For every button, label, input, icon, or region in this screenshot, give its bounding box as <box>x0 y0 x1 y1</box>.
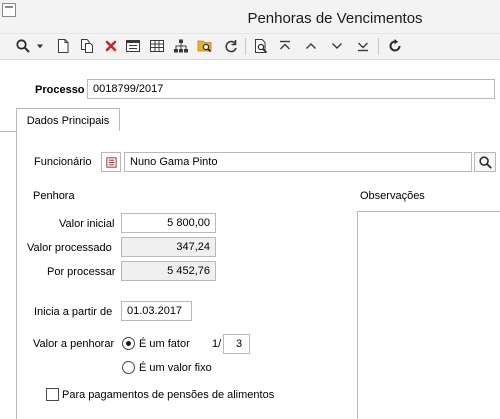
last-record-icon[interactable] <box>354 37 372 55</box>
pensoes-checkbox[interactable] <box>46 388 59 401</box>
por-processar-field: 5 452,76 <box>121 261 216 281</box>
por-processar-label: Por processar <box>47 266 116 278</box>
first-record-icon[interactable] <box>276 37 294 55</box>
funcionario-field[interactable]: Nuno Gama Pinto <box>124 152 472 172</box>
toolbar-separator <box>245 38 246 55</box>
penhora-section-label: Penhora <box>33 190 75 202</box>
search-icon[interactable] <box>14 37 32 55</box>
grid-view-icon[interactable] <box>148 37 166 55</box>
tree-view-icon[interactable] <box>172 37 190 55</box>
valor-a-penhorar-label: Valor a penhorar <box>33 338 115 350</box>
delete-icon[interactable] <box>102 37 120 55</box>
dropdown-arrow-icon[interactable] <box>34 37 46 55</box>
copy-icon[interactable] <box>78 37 96 55</box>
tab-dados-principais[interactable]: Dados Principais <box>16 108 120 132</box>
reload-icon[interactable] <box>386 37 404 55</box>
print-preview-icon[interactable] <box>252 37 270 55</box>
title-bar: Penhoras de Vencimentos <box>0 0 500 34</box>
search-icon[interactable] <box>474 152 496 172</box>
fator-field[interactable]: 3 <box>223 334 250 354</box>
radio-valor-fixo-label: É um valor fixo <box>139 362 212 374</box>
observacoes-label: Observações <box>360 190 425 202</box>
toolbar <box>0 34 500 60</box>
funcionario-label: Funcionário <box>34 156 92 168</box>
fator-prefix-label: 1/ <box>212 338 222 350</box>
next-record-icon[interactable] <box>328 37 346 55</box>
previous-record-icon[interactable] <box>302 37 320 55</box>
form-view-icon[interactable] <box>124 37 142 55</box>
inicia-label: Inicia a partir de <box>34 306 113 318</box>
processo-label: Processo <box>35 84 85 96</box>
new-document-icon[interactable] <box>54 37 72 55</box>
radio-fator[interactable] <box>122 337 135 350</box>
inicia-date-field[interactable]: 01.03.2017 <box>121 301 192 321</box>
funcionario-list-icon[interactable] <box>101 152 121 172</box>
radio-fator-label: É um fator <box>139 338 190 350</box>
window-title: Penhoras de Vencimentos <box>247 10 423 27</box>
observacoes-textarea[interactable] <box>357 211 500 419</box>
pensoes-label: Para pagamentos de pensões de alimentos <box>62 389 275 401</box>
tab-strip: Dados Principais <box>0 106 500 132</box>
search-folder-icon[interactable] <box>196 37 214 55</box>
radio-valor-fixo[interactable] <box>122 361 135 374</box>
valor-inicial-label: Valor inicial <box>59 218 115 230</box>
valor-processado-label: Valor processado <box>27 242 112 254</box>
refresh-icon[interactable] <box>222 37 240 55</box>
processo-row: Processo 0018799/2017 <box>0 70 500 106</box>
valor-processado-field: 347,24 <box>121 237 216 257</box>
processo-field[interactable]: 0018799/2017 <box>87 79 495 99</box>
valor-inicial-field[interactable]: 5 800,00 <box>121 213 216 233</box>
toolbar-separator <box>378 38 379 55</box>
